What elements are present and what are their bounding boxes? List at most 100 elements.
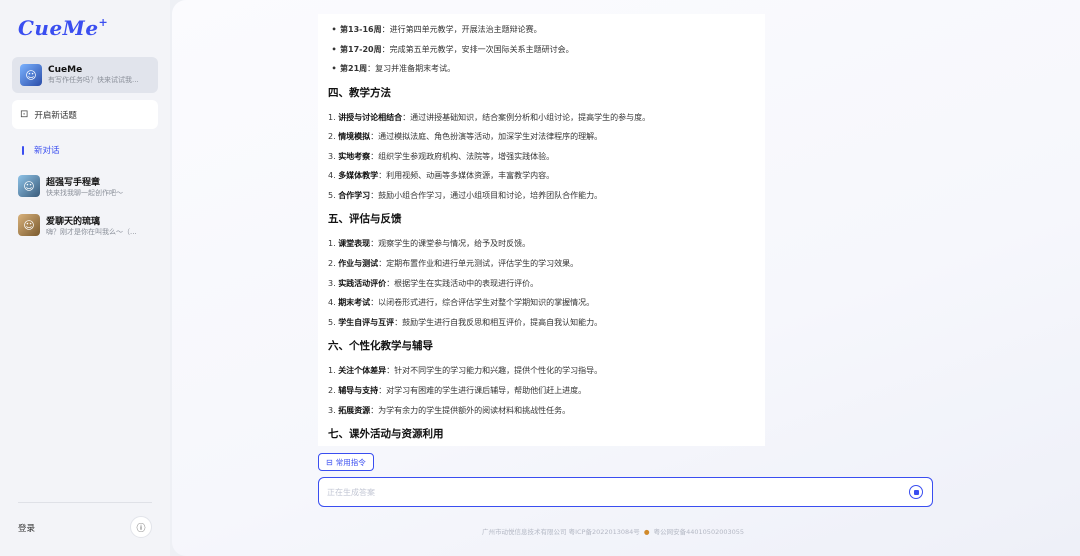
avatar: ☺ — [20, 64, 42, 86]
schedule-item: • 第21周：复习并准备期末考试。 — [328, 59, 755, 79]
agent-card-cueme[interactable]: ☺ CueMe 有写作任务吗？快来试试我... — [12, 57, 158, 93]
avatar: ☺ — [18, 214, 40, 236]
bullet-icon: • — [331, 64, 337, 73]
new-topic-button[interactable]: ⊡ 开启新话题 — [12, 100, 158, 129]
footer-police[interactable]: 粤公网安备44010502003055 — [654, 528, 744, 536]
item-text: ：定期布置作业和进行单元测试，评估学生的学习效果。 — [378, 259, 579, 269]
schedule-text: ：完成第五单元教学，安排一次国际关系主题研讨会。 — [381, 44, 574, 54]
item-number: 1. — [328, 112, 336, 122]
agent-subtitle: 有写作任务吗？快来试试我... — [48, 76, 139, 84]
section-heading: 四、教学方法 — [328, 86, 391, 99]
item-number: 3. — [328, 405, 336, 415]
item-number: 2. — [328, 386, 336, 396]
item-term: 作业与测试 — [338, 259, 379, 269]
chat-subtitle: 快来找我聊一起创作吧～ — [46, 188, 123, 197]
answer-content: • 第13-16周：进行第四单元教学，开展法治主题辩论赛。 • 第17-20周：完成第… — [318, 14, 765, 446]
list-item: 4. 多媒体教学：利用视频、动画等多媒体资源，丰富教学内容。 — [328, 166, 755, 186]
item-term: 期末考试 — [338, 298, 371, 308]
item-text: ：针对不同学生的学习能力和兴趣，提供个性化的学习指导。 — [386, 366, 603, 376]
item-term: 实践活动评价 — [338, 278, 387, 288]
agent-name: CueMe — [48, 65, 83, 75]
item-term: 合作学习 — [338, 190, 371, 200]
stop-icon — [913, 489, 919, 495]
item-number: 5. — [328, 190, 336, 200]
section-heading: 五、评估与反馈 — [328, 213, 402, 226]
item-text: ：鼓励小组合作学习，通过小组项目和讨论，培养团队合作能力。 — [370, 190, 603, 200]
item-text: ：根据学生在实践活动中的表现进行评价。 — [386, 278, 539, 288]
new-chat-label: 新对话 — [34, 146, 60, 156]
police-badge-icon: ● — [643, 528, 650, 536]
item-number: 1. — [328, 366, 336, 376]
item-number: 2. — [328, 259, 336, 269]
info-icon: ⓘ — [136, 523, 146, 534]
item-number: 4. — [328, 171, 336, 181]
item-text: ：鼓励学生进行自我反思和相互评价，提高自我认知能力。 — [394, 317, 603, 327]
command-icon: ⊟ — [326, 457, 333, 467]
bullet-icon: • — [331, 44, 337, 54]
item-term: 关注个体差异 — [338, 366, 387, 376]
item-term: 多媒体教学 — [338, 171, 379, 181]
list-item: 2. 辅导与支持：对学习有困难的学生进行课后辅导，帮助他们赶上进度。 — [328, 381, 755, 401]
list-item: 2. 情境模拟：通过模拟法庭、角色扮演等活动，加深学生对法律程序的理解。 — [328, 127, 755, 147]
section-heading: 七、课外活动与资源利用 — [328, 428, 444, 441]
common-commands-label: 常用指令 — [335, 457, 366, 467]
schedule-text: ：进行第四单元教学，开展法治主题辩论赛。 — [381, 25, 542, 34]
schedule-text: ：复习并准备期末考试。 — [367, 64, 456, 73]
list-item: 3. 实践活动评价：根据学生在实践活动中的表现进行评价。 — [328, 274, 755, 294]
item-number: 3. — [328, 278, 336, 288]
avatar: ☺ — [18, 175, 40, 197]
item-number: 3. — [328, 151, 336, 161]
list-item: 1. 关注个体差异：针对不同学生的学习能力和兴趣，提供个性化的学习指导。 — [328, 361, 755, 381]
item-number: 4. — [328, 298, 336, 308]
item-number: 5. — [328, 317, 336, 327]
sidebar-item-chat[interactable]: ☺ 超强写手程章 快来找我聊一起创作吧～ — [18, 173, 158, 199]
item-term: 实地考察 — [338, 151, 371, 161]
item-term: 讲授与讨论相结合 — [338, 112, 403, 122]
list-item: 2. 作业与测试：定期布置作业和进行单元测试，评估学生的学习效果。 — [328, 254, 755, 274]
item-term: 学生自评与互评 — [338, 317, 395, 327]
list-item: 4. 期末考试：以闭卷形式进行，综合评估学生对整个学期知识的掌握情况。 — [328, 293, 755, 313]
list-item: 3. 拓展资源：为学有余力的学生提供额外的阅读材料和挑战性任务。 — [328, 401, 755, 421]
info-button[interactable]: ⓘ — [130, 516, 152, 538]
app-logo[interactable]: CueMe+ — [18, 16, 108, 40]
list-item: 5. 合作学习：鼓励小组合作学习，通过小组项目和讨论，培养团队合作能力。 — [328, 186, 755, 206]
bullet-icon: • — [331, 25, 337, 34]
sidebar-divider — [18, 502, 152, 503]
item-number: 2. — [328, 132, 336, 142]
sidebar-item-new-chat[interactable]: 新对话 — [22, 144, 60, 156]
schedule-week: 第17-20周 — [340, 44, 382, 54]
footer: 广州市动悦信息技术有限公司 粤ICP备2022013084号 ● 粤公网安备44… — [482, 526, 744, 536]
chat-input[interactable] — [327, 487, 887, 497]
common-commands-button[interactable]: ⊟ 常用指令 — [318, 453, 374, 471]
new-topic-label: 开启新话题 — [34, 110, 77, 121]
item-text: ：以闭卷形式进行，综合评估学生对整个学期知识的掌握情况。 — [370, 298, 595, 308]
chat-input-box[interactable] — [318, 477, 933, 507]
stop-generation-button[interactable] — [909, 485, 923, 499]
new-topic-icon: ⊡ — [20, 109, 29, 120]
list-item: 1. 课堂表现：观察学生的课堂参与情况，给予及时反馈。 — [328, 234, 755, 254]
schedule-week: 第21周 — [340, 64, 368, 73]
item-term: 情境模拟 — [338, 132, 371, 142]
schedule-item: • 第17-20周：完成第五单元教学，安排一次国际关系主题研讨会。 — [328, 40, 755, 60]
schedule-item: • 第13-16周：进行第四单元教学，开展法治主题辩论赛。 — [328, 20, 755, 40]
item-term: 辅导与支持 — [338, 386, 379, 396]
item-text: ：为学有余力的学生提供额外的阅读材料和挑战性任务。 — [370, 405, 571, 415]
chat-title: 爱聊天的琉璃 — [46, 216, 101, 227]
login-link[interactable]: 登录 — [18, 522, 35, 534]
item-term: 课堂表现 — [338, 239, 371, 249]
item-number: 1. — [328, 239, 336, 249]
main-panel: • 第13-16周：进行第四单元教学，开展法治主题辩论赛。 • 第17-20周：完成第… — [172, 0, 1080, 556]
sidebar-item-chat[interactable]: ☺ 爱聊天的琉璃 嗨？刚才是你在叫我么～（... — [18, 212, 158, 238]
chat-subtitle: 嗨？刚才是你在叫我么～（... — [46, 227, 137, 236]
section-heading: 六、个性化教学与辅导 — [328, 340, 433, 353]
item-text: ：观察学生的课堂参与情况，给予及时反馈。 — [370, 239, 531, 249]
sidebar: CueMe+ ☺ CueMe 有写作任务吗？快来试试我... ⊡ 开启新话题 新… — [0, 0, 170, 556]
schedule-week: 第13-16周 — [340, 25, 382, 34]
item-term: 拓展资源 — [338, 405, 371, 415]
footer-company[interactable]: 广州市动悦信息技术有限公司 粤ICP备2022013084号 — [482, 528, 640, 536]
active-indicator — [22, 145, 24, 155]
item-text: ：组织学生参观政府机构、法院等，增强实践体验。 — [370, 151, 555, 161]
item-text: ：利用视频、动画等多媒体资源，丰富教学内容。 — [378, 171, 555, 181]
item-text: ：对学习有困难的学生进行课后辅导，帮助他们赶上进度。 — [378, 386, 587, 396]
item-text: ：通过模拟法庭、角色扮演等活动，加深学生对法律程序的理解。 — [370, 132, 603, 142]
